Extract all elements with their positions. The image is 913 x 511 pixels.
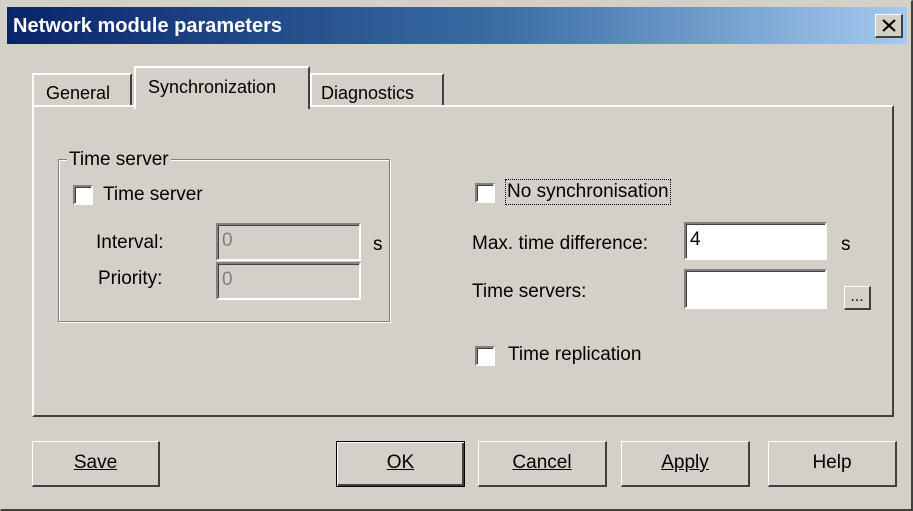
time-servers-input[interactable] (684, 269, 827, 309)
save-button-label: Save (73, 452, 118, 473)
tab-diagnostics[interactable]: Diagnostics (310, 73, 444, 107)
title-bar[interactable]: Network module parameters (7, 7, 907, 44)
close-button[interactable] (875, 14, 903, 38)
tab-diagnostics-label: Diagnostics (321, 83, 415, 103)
help-button[interactable]: Help (768, 441, 897, 487)
dialog-window: Network module parameters General Synchr… (0, 0, 913, 511)
no-synchronisation-label: No synchronisation (505, 179, 671, 205)
tab-general-label: General (46, 83, 111, 103)
interval-label: Interval: (96, 232, 164, 253)
close-icon (882, 19, 896, 32)
time-replication-label: Time replication (508, 344, 642, 365)
ok-button-label: OK (386, 452, 415, 473)
priority-label: Priority: (98, 268, 163, 289)
time-servers-label: Time servers: (472, 281, 587, 302)
interval-input[interactable]: 0 (216, 223, 361, 261)
time-server-group-legend: Time server (67, 149, 171, 171)
apply-button[interactable]: Apply (621, 441, 750, 487)
window-title: Network module parameters (13, 15, 282, 37)
time-replication-checkbox[interactable] (475, 346, 495, 366)
cancel-button-label: Cancel (512, 452, 572, 473)
no-synchronisation-checkbox[interactable] (475, 183, 495, 203)
cancel-button[interactable]: Cancel (478, 441, 607, 487)
tab-general[interactable]: General (32, 73, 132, 107)
tab-synchronization-label: Synchronization (148, 77, 277, 97)
interval-unit: s (373, 234, 383, 255)
time-server-checkbox[interactable] (73, 185, 93, 205)
ok-button[interactable]: OK (336, 441, 465, 487)
apply-button-label: Apply (661, 452, 709, 473)
max-time-difference-input[interactable]: 4 (684, 222, 827, 260)
max-time-difference-label: Max. time difference: (472, 233, 649, 254)
time-server-checkbox-label: Time server (103, 184, 203, 205)
browse-time-servers-button[interactable]: ... (844, 286, 871, 310)
max-time-difference-unit: s (841, 234, 851, 255)
help-button-label: Help (812, 452, 852, 473)
tab-synchronization[interactable]: Synchronization (134, 66, 310, 109)
save-button[interactable]: Save (32, 441, 160, 487)
priority-input[interactable]: 0 (216, 262, 361, 300)
